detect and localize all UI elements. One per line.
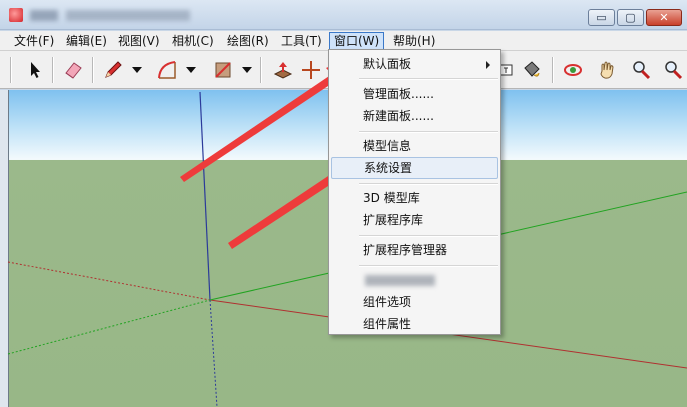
menu-item-extension-warehouse[interactable]: 扩展程序库	[331, 209, 498, 231]
menu-item-model-info[interactable]: 模型信息	[331, 135, 498, 157]
menu-item-manage-trays[interactable]: 管理面板......	[331, 83, 498, 105]
green-axis-dashed	[7, 299, 211, 355]
submenu-arrow-icon	[486, 61, 490, 69]
menu-item-label: 默认面板	[363, 57, 412, 71]
menu-item-component-options[interactable]: 组件选项	[331, 291, 498, 313]
annotation-arrow-to-window-menu	[180, 56, 352, 182]
blue-axis	[199, 91, 211, 301]
menu-separator	[359, 78, 498, 80]
blurred-label	[365, 275, 435, 286]
menu-separator	[359, 131, 498, 133]
blue-axis-dashed	[209, 299, 218, 407]
menu-item-default-tray[interactable]: 默认面板	[331, 53, 498, 75]
red-axis-dashed	[7, 261, 211, 301]
menu-item-extension-manager[interactable]: 扩展程序管理器	[331, 239, 498, 261]
menu-item-component-attributes[interactable]: 组件属性	[331, 313, 498, 335]
menu-separator	[359, 235, 498, 237]
menu-separator	[359, 265, 498, 267]
window-menu-dropdown: 默认面板 管理面板...... 新建面板...... 模型信息 系统设置 3D …	[328, 49, 501, 335]
menu-item-preferences[interactable]: 系统设置	[331, 157, 498, 179]
menu-item-3d-warehouse[interactable]: 3D 模型库	[331, 187, 498, 209]
menu-item-blurred[interactable]	[331, 269, 498, 291]
menu-item-new-tray[interactable]: 新建面板......	[331, 105, 498, 127]
menu-separator	[359, 183, 498, 185]
